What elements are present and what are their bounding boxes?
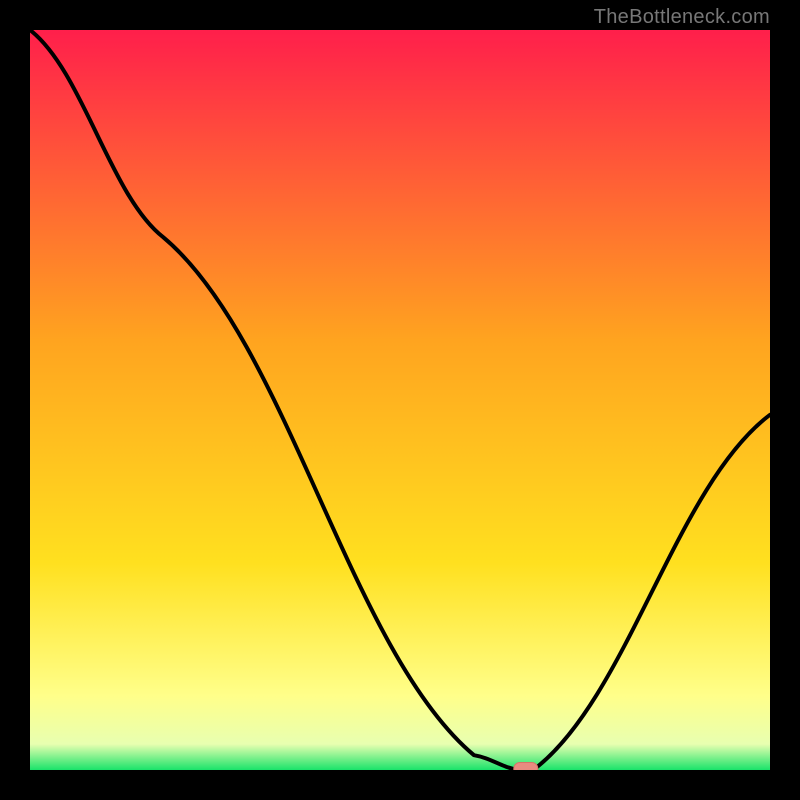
chart-svg [30,30,770,770]
optimal-marker [514,763,538,771]
watermark-text: TheBottleneck.com [594,6,770,29]
chart-stage: TheBottleneck.com [0,0,800,800]
plot-area [30,30,770,770]
